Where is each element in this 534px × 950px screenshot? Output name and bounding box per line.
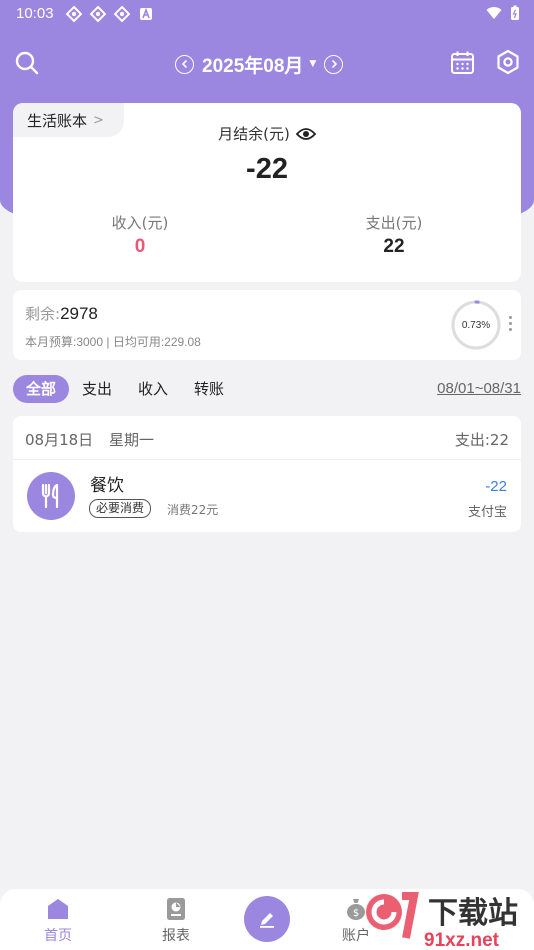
chevron-left-icon <box>181 59 187 69</box>
tab-transfer[interactable]: 转账 <box>181 375 237 403</box>
status-time: 10:03 <box>16 5 54 22</box>
transaction-account: 支付宝 <box>467 505 507 520</box>
balance-label: 月结余(元) <box>218 125 290 143</box>
report-icon <box>167 898 185 920</box>
tab-expense[interactable]: 支出 <box>69 375 125 403</box>
account-book-name: 生活账本 <box>27 111 88 130</box>
income-label: 收入(元) <box>111 214 169 232</box>
budget-card[interactable]: 剩余:2978 本月预算:3000 | 日均可用:229.08 0.73% <box>13 290 521 360</box>
day-header: 08月18日 星期一 支出:22 <box>13 416 521 460</box>
calendar-icon[interactable] <box>450 50 475 75</box>
type-filter-tabs: 全部 支出 收入 转账 <box>13 375 237 403</box>
expense-value: 22 <box>383 236 405 257</box>
watermark-text: 下载站 <box>428 896 518 931</box>
pencil-icon <box>260 913 274 928</box>
budget-percent: 0.73% <box>461 319 491 331</box>
watermark-domain: 91xz.net <box>424 930 500 950</box>
income-value: 0 <box>134 236 146 257</box>
remaining-value: 2978 <box>60 304 98 323</box>
remaining-label: 剩余: <box>25 305 61 323</box>
month-selector: 2025年08月 ▼ <box>175 50 344 78</box>
budget-details: 本月预算:3000 | 日均可用:229.08 <box>25 335 201 349</box>
day-total: 支出:22 <box>454 431 509 449</box>
notification-a-icon <box>140 7 152 20</box>
next-month-button[interactable] <box>324 54 344 74</box>
prev-month-button[interactable] <box>175 54 194 74</box>
transaction-amount: -22 <box>485 478 507 495</box>
eye-icon[interactable] <box>295 126 316 142</box>
day-weekday: 星期一 <box>109 431 155 449</box>
notification-app-icon <box>114 6 130 22</box>
site-watermark-logo: 下载站 91xz.net <box>366 892 518 950</box>
tab-income[interactable]: 收入 <box>125 375 181 403</box>
status-bar: 10:03 <box>0 0 534 28</box>
date-range-link[interactable]: 08/01~08/31 <box>437 380 521 397</box>
home-icon <box>48 899 68 919</box>
current-month[interactable]: 2025年08月 <box>202 51 303 78</box>
transaction-category: 餐饮 <box>90 476 124 496</box>
system-icons <box>486 5 520 21</box>
day-date: 08月18日 <box>25 431 94 449</box>
top-navigation: 2025年08月 ▼ <box>0 44 534 84</box>
monthly-summary-card: 月结余(元) 生活账本 > -22 收入(元) 支出(元) 0 22 <box>13 103 521 282</box>
wifi-icon <box>486 7 502 20</box>
notification-app-icon <box>66 6 82 22</box>
svg-text:$: $ <box>353 908 359 919</box>
expense-label: 支出(元) <box>365 214 423 232</box>
caret-down-icon[interactable]: ▼ <box>309 59 316 69</box>
nav-home-label: 首页 <box>44 928 72 944</box>
fork-knife-icon <box>41 483 59 509</box>
settings-gear-icon[interactable] <box>495 49 521 75</box>
transaction-tag: 必要消费 <box>89 499 152 518</box>
notification-app-icon <box>90 6 106 22</box>
notification-icons <box>66 6 154 22</box>
nav-report[interactable]: 报表 <box>146 897 206 945</box>
category-icon-badge <box>27 472 75 520</box>
add-record-button[interactable] <box>244 896 290 942</box>
transaction-note: 消费22元 <box>167 503 219 517</box>
nav-home[interactable]: 首页 <box>28 897 88 945</box>
battery-icon <box>511 5 519 20</box>
account-book-selector[interactable]: 生活账本 > <box>13 103 124 137</box>
search-icon[interactable] <box>14 50 40 76</box>
chevron-right-icon <box>331 59 337 69</box>
day-transaction-group: 08月18日 星期一 支出:22 餐饮 必要消费 消费22元 -22 支付宝 <box>13 416 521 532</box>
balance-value: -22 <box>246 153 288 185</box>
tab-all[interactable]: 全部 <box>13 375 70 403</box>
budget-remaining: 剩余:2978 <box>25 303 98 324</box>
more-options-icon[interactable] <box>507 316 513 334</box>
chevron-right-icon: > <box>93 112 104 128</box>
nav-report-label: 报表 <box>162 928 190 944</box>
